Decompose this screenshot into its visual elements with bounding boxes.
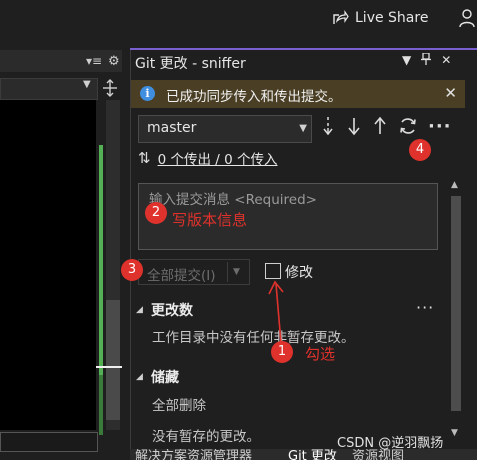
panel-title-buttons: ▼ ✕ <box>402 52 451 68</box>
delete-all-stashes-link[interactable]: 全部删除 <box>152 394 206 414</box>
outgoing-incoming-row: ⇅ 0 个传出 / 0 个传入 <box>138 148 277 168</box>
annotation-write-version-info: 写版本信息 <box>172 211 248 229</box>
chevron-down-icon[interactable]: ▼ <box>233 267 240 277</box>
branch-selector[interactable]: master ▼ <box>138 115 312 143</box>
scroll-position-marker <box>96 366 122 368</box>
collapse-triangle-icon[interactable]: ◢ <box>136 372 143 382</box>
output-box <box>0 432 98 452</box>
editor-scrollbar-thumb[interactable] <box>106 300 120 420</box>
commit-message-placeholder: 输入提交消息 <Required> <box>149 192 317 208</box>
changes-section-header[interactable]: 更改数 <box>151 300 193 320</box>
pull-icon[interactable] <box>346 116 362 141</box>
editor-canvas[interactable] <box>0 100 96 430</box>
up-down-arrows-icon: ⇅ <box>138 149 151 167</box>
tab-solution-explorer[interactable]: 解决方案资源管理器 <box>135 449 252 460</box>
commit-all-button[interactable]: 全部提交(I) ▼ <box>138 259 250 285</box>
share-icon <box>333 10 349 24</box>
annotation-badge-2: 2 <box>145 202 167 224</box>
stashes-section-header[interactable]: 储藏 <box>151 367 179 387</box>
live-share-button[interactable]: Live Share <box>331 7 428 29</box>
annotation-badge-1: 1 <box>271 341 293 363</box>
amend-label[interactable]: 修改 <box>285 262 313 282</box>
account-icon[interactable] <box>458 8 477 28</box>
collapse-triangle-icon[interactable]: ◢ <box>136 305 143 315</box>
chevron-down-icon: ▼ <box>83 79 91 90</box>
info-icon: i <box>140 86 155 101</box>
split-editor-icon[interactable] <box>100 79 120 99</box>
panel-accent-bar <box>130 48 477 50</box>
commit-message-input[interactable]: 输入提交消息 <Required> 写版本信息 <box>138 183 438 250</box>
info-bar: i 已成功同步传入和传出提交。 ✕ <box>131 80 465 108</box>
commit-all-label: 全部提交(I) <box>147 268 216 284</box>
scroll-down-icon[interactable]: ▼ <box>451 428 458 438</box>
push-icon[interactable] <box>372 116 388 141</box>
gear-icon[interactable]: ⚙ <box>108 54 120 69</box>
branch-name: master <box>147 120 197 136</box>
more-icon[interactable]: ··· <box>416 298 434 317</box>
sync-icon[interactable] <box>398 116 418 141</box>
annotation-badge-3: 3 <box>121 259 143 281</box>
tab-git-changes[interactable]: Git 更改 <box>288 449 337 460</box>
stashes-empty-message: 没有暂存的更改。 <box>152 429 260 445</box>
pin-icon[interactable] <box>421 52 432 68</box>
fetch-icon[interactable] <box>320 116 336 141</box>
scroll-up-icon[interactable]: ▲ <box>451 180 458 190</box>
info-message: 已成功同步传入和传出提交。 <box>166 89 342 105</box>
panel-title: Git 更改 - sniffer <box>135 56 246 72</box>
change-indicator-green <box>99 145 103 375</box>
close-icon[interactable]: ✕ <box>441 53 451 68</box>
button-separator <box>227 262 228 282</box>
editor-tab-strip <box>0 50 122 72</box>
annotation-badge-4: 4 <box>409 139 431 161</box>
window-position-dropdown-icon[interactable]: ▼ <box>402 53 411 68</box>
annotation-select-label: 勾选 <box>305 345 336 363</box>
outgoing-incoming-link[interactable]: 0 个传出 / 0 个传入 <box>158 148 278 168</box>
watermark: CSDN @逆羽飘扬 <box>337 436 444 451</box>
more-icon[interactable]: ··· <box>428 116 452 141</box>
amend-checkbox[interactable] <box>265 263 281 279</box>
panel-scrollbar-thumb[interactable] <box>451 196 461 411</box>
chevron-down-icon: ▼ <box>299 123 307 134</box>
dropdown-filter-icon[interactable]: ▾≡ <box>86 54 102 68</box>
info-close-icon[interactable]: ✕ <box>444 84 457 102</box>
sync-toolbar: ··· <box>320 116 452 141</box>
live-share-label: Live Share <box>355 10 429 26</box>
